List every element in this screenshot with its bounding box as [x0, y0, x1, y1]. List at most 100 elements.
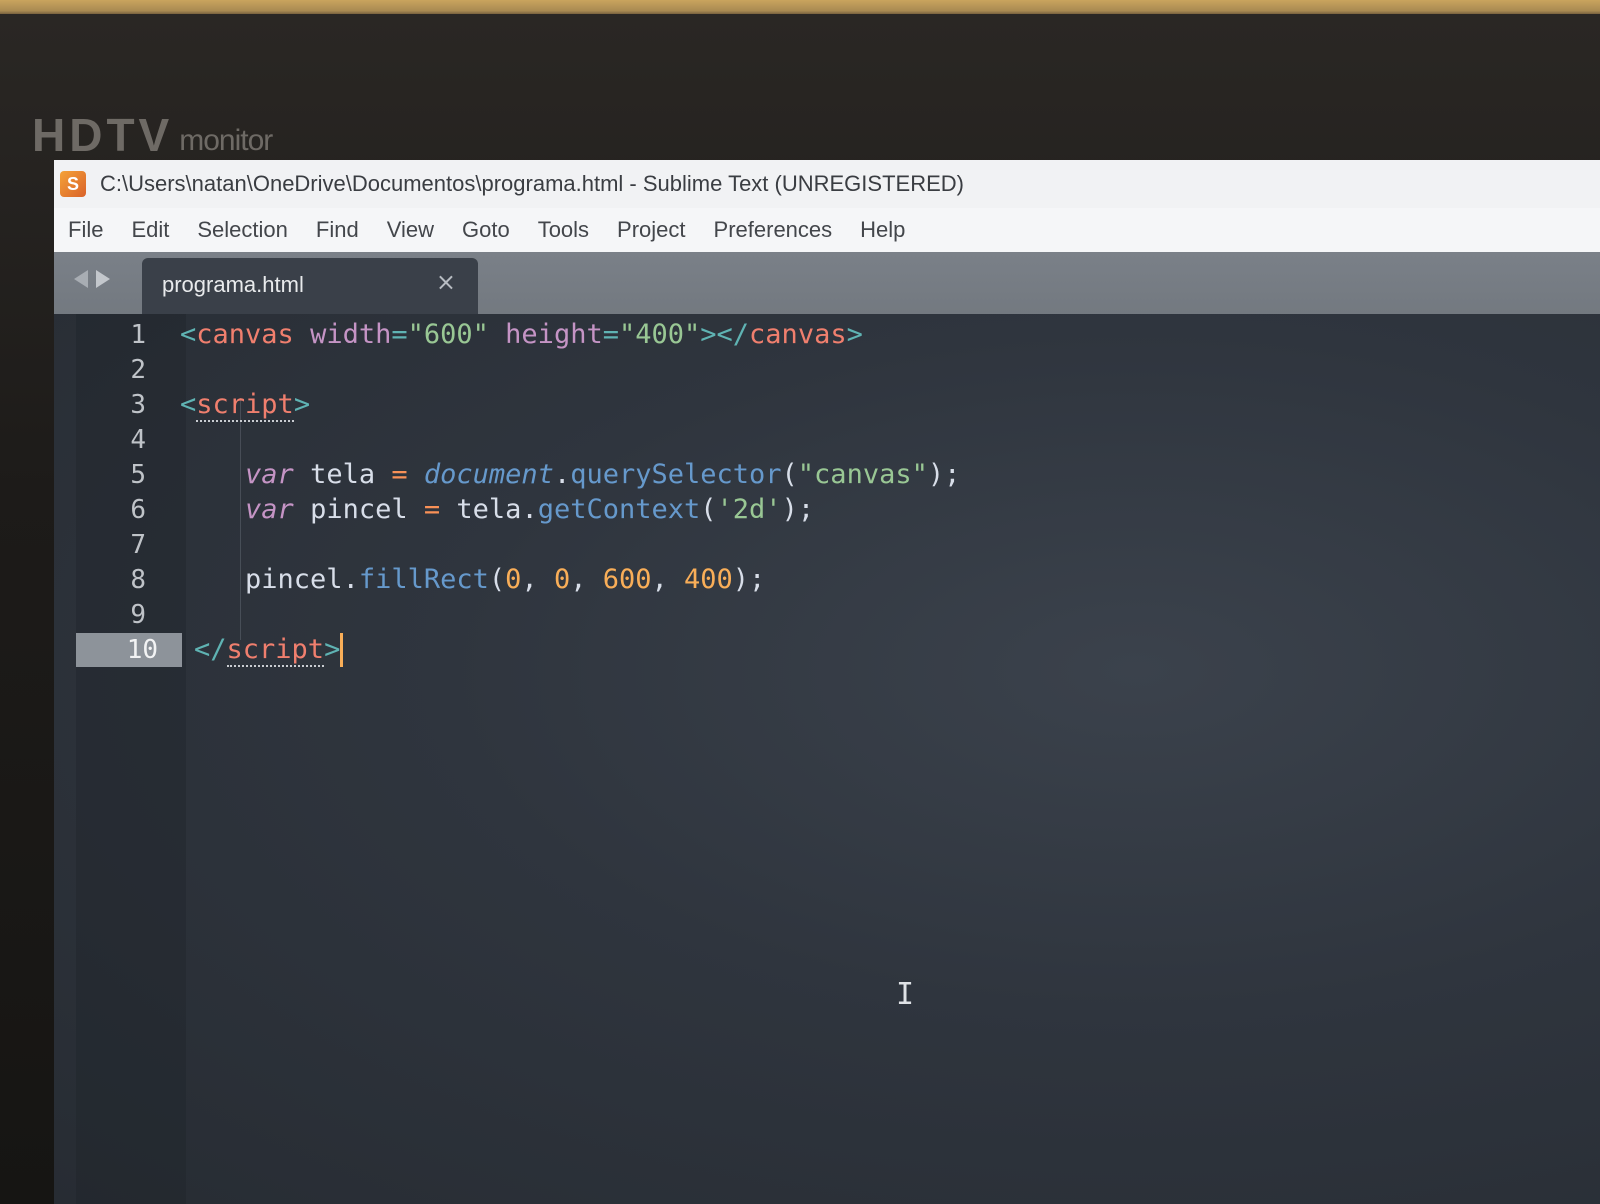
code-line[interactable] — [180, 423, 1600, 457]
code-token: . — [521, 494, 538, 525]
code-token: = — [375, 459, 424, 490]
code-line[interactable]: </script> — [194, 633, 1600, 667]
code-token: </ — [194, 634, 227, 665]
code-token: ); — [732, 564, 766, 595]
code-token: 0 — [553, 564, 571, 595]
line-number: 6 — [130, 495, 146, 525]
chevron-right-icon[interactable] — [96, 270, 110, 288]
code-token: pincel — [245, 564, 343, 595]
tab-label: programa.html — [162, 272, 304, 297]
tab-programa-html[interactable]: programa.html × — [142, 258, 478, 314]
code-line[interactable] — [180, 528, 1600, 562]
monitor-screen: S C:\Users\natan\OneDrive\Documentos\pro… — [54, 160, 1600, 1204]
line-number: 8 — [130, 565, 146, 595]
brand-monitor-text: monitor — [179, 124, 273, 157]
code-token: querySelector — [570, 459, 782, 490]
code-token: 0 — [505, 564, 522, 595]
line-number: 5 — [130, 460, 146, 490]
code-token: > — [324, 634, 341, 665]
code-token: pincel — [310, 494, 408, 525]
line-number: 1 — [130, 320, 146, 350]
code-token: "canvas" — [797, 459, 928, 490]
code-token: tela — [310, 459, 376, 490]
menu-item-project[interactable]: Project — [617, 217, 685, 243]
code-token: script — [226, 634, 325, 667]
code-token: < — [180, 319, 197, 350]
menu-item-goto[interactable]: Goto — [462, 217, 510, 243]
monitor-brand-logo: HDTV monitor — [32, 98, 273, 161]
menu-item-edit[interactable]: Edit — [131, 217, 169, 243]
code-line[interactable] — [180, 353, 1600, 387]
menu-item-help[interactable]: Help — [860, 217, 905, 243]
close-icon[interactable]: × — [436, 268, 456, 296]
menu-item-selection[interactable]: Selection — [197, 217, 288, 243]
tab-nav-arrows — [74, 270, 110, 288]
line-number: 3 — [130, 390, 146, 420]
code-token: , — [521, 564, 554, 595]
code-token: > — [293, 389, 311, 420]
code-token: ( — [488, 564, 506, 595]
tab-bar: programa.html × — [54, 252, 1600, 314]
line-number: 4 — [130, 425, 146, 455]
menu-bar: File Edit Selection Find View Goto Tools Projec… — [54, 208, 1600, 252]
text-caret — [340, 633, 344, 667]
code-token: = — [602, 319, 619, 350]
code-token: ); — [781, 494, 815, 525]
brand-hdtv-text: HDTV — [32, 109, 174, 161]
code-line[interactable]: <canvas width="600" height="400"></canva… — [180, 318, 1600, 352]
menu-item-preferences[interactable]: Preferences — [714, 217, 833, 243]
text-cursor-icon: I — [896, 977, 915, 1012]
line-number: 9 — [130, 600, 146, 630]
code-editor[interactable]: I 1 <canvas width="600" height="400"></ca… — [54, 314, 1600, 1204]
menu-item-find[interactable]: Find — [316, 217, 359, 243]
line-number: 10 — [76, 633, 182, 667]
window-title: C:\Users\natan\OneDrive\Documentos\progr… — [100, 171, 964, 196]
code-token: . — [342, 564, 359, 595]
code-token: ); — [927, 459, 961, 490]
code-token: height — [505, 319, 603, 350]
line-number: 2 — [130, 355, 146, 385]
code-token: . — [553, 459, 571, 490]
code-line[interactable]: var tela = document.querySelector("canva… — [180, 458, 1600, 492]
code-token: = — [407, 494, 457, 525]
code-token: canvas — [749, 319, 847, 350]
code-token: , — [570, 564, 603, 595]
menu-item-file[interactable]: File — [68, 217, 103, 243]
code-token: = — [391, 319, 408, 350]
sublime-text-icon: S — [60, 171, 86, 197]
window-titlebar[interactable]: S C:\Users\natan\OneDrive\Documentos\pro… — [54, 160, 1600, 208]
chevron-left-icon[interactable] — [74, 270, 88, 288]
code-token: getContext — [537, 494, 701, 525]
code-line[interactable]: var pincel = tela.getContext('2d'); — [180, 493, 1600, 527]
code-line[interactable] — [180, 598, 1600, 632]
code-token: script — [196, 389, 294, 422]
code-token: canvas — [196, 319, 294, 350]
code-token: "400" — [618, 319, 701, 350]
code-token: 400 — [684, 564, 733, 595]
code-token: document — [423, 459, 554, 490]
code-token: width — [310, 319, 392, 350]
code-token: '2d' — [716, 494, 782, 525]
menu-item-tools[interactable]: Tools — [538, 217, 589, 243]
code-token: ( — [781, 459, 798, 490]
code-token: fillRect — [358, 564, 489, 595]
code-token: ( — [700, 494, 717, 525]
code-token: < — [180, 389, 197, 420]
code-token: 600 — [602, 564, 652, 595]
code-token: , — [651, 564, 685, 595]
code-token: var — [245, 494, 294, 525]
code-token: var — [245, 459, 294, 490]
code-token: tela — [456, 494, 522, 525]
code-token: > — [846, 319, 863, 350]
code-line[interactable]: pincel.fillRect(0, 0, 600, 400); — [180, 563, 1600, 597]
code-line[interactable]: <script> — [180, 388, 1600, 422]
code-token: "600" — [407, 319, 489, 350]
menu-item-view[interactable]: View — [387, 217, 434, 243]
